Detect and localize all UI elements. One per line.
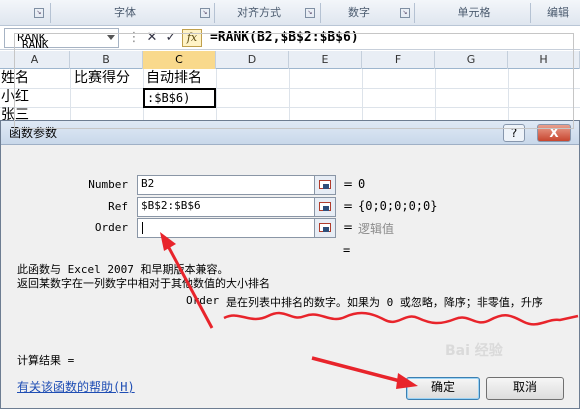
arg-eq-number: = (343, 177, 354, 191)
arg-input-number[interactable]: B2 (137, 175, 318, 195)
arg-label-ref: Ref (108, 200, 128, 213)
text-caret (142, 222, 143, 234)
function-name: RANK (22, 38, 49, 51)
ribbon-group-cells: 单元格 (457, 6, 491, 19)
arg-label-number: Number (88, 178, 128, 191)
collapse-dialog-icon[interactable] (314, 197, 336, 217)
ribbon-group-number: 数字 (348, 6, 370, 19)
collapse-dialog-icon[interactable] (314, 175, 336, 195)
cancel-button[interactable]: 取消 (486, 377, 564, 400)
arg-input-order[interactable] (137, 218, 318, 238)
number-launcher-icon[interactable]: ↘ (400, 8, 410, 18)
order-help-text: 是在列表中排名的数字。如果为 0 或忽略，降序；非零值，升序 (226, 296, 543, 309)
arg-eq-ref: = (343, 199, 354, 213)
alignment-launcher-icon[interactable]: ↘ (305, 8, 315, 18)
ribbon-group-editing: 编辑 (547, 6, 569, 19)
watermark-logo: Bai 经验 (445, 343, 503, 359)
collapse-dialog-icon[interactable] (314, 218, 336, 238)
arg-label-order: Order (94, 221, 128, 234)
description-main: 返回某数字在一列数字中相对于其他数值的大小排名 (17, 277, 270, 290)
ribbon-group-font: 字体 (114, 6, 136, 19)
arguments-group (14, 33, 574, 129)
arg-input-ref[interactable]: $B$2:$B$6 (137, 197, 318, 217)
arg-eq-order: = (343, 220, 354, 234)
calc-result-label: 计算结果 = (17, 354, 75, 367)
function-help-link[interactable]: 有关该函数的帮助(H) (17, 378, 135, 395)
arg-result-order: 逻辑值 (358, 222, 395, 236)
arg-result-ref: {0;0;0;0;0} (358, 199, 438, 213)
ribbon-group-alignment: 对齐方式 (237, 6, 281, 19)
font-launcher-icon[interactable]: ↘ (200, 8, 210, 18)
arg-result-number: 0 (358, 177, 366, 191)
ribbon-group-labels: ↘ 字体 ↘ 对齐方式 ↘ 数字 ↘ 单元格 编辑 (0, 0, 580, 26)
formula-result-eq: = (343, 243, 351, 257)
order-help-label: Order (186, 294, 220, 307)
ok-button[interactable]: 确定 (406, 377, 480, 400)
clipboard-launcher-icon[interactable]: ↘ (34, 8, 44, 18)
